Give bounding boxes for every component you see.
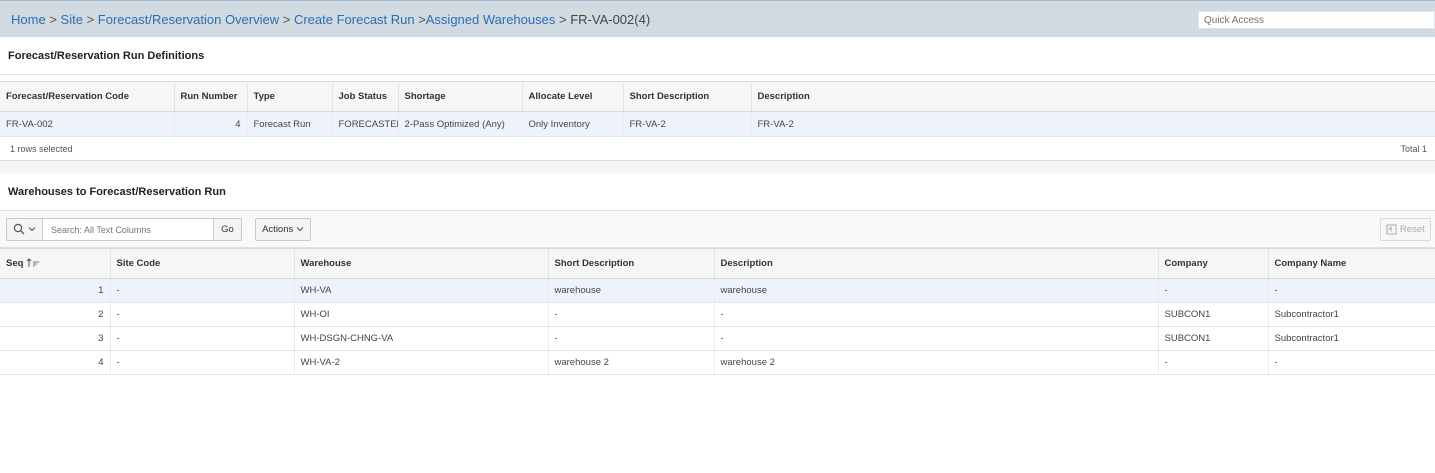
warehouses-region-title: Warehouses to Forecast/Reservation Run — [8, 186, 226, 198]
definitions-region-title: Forecast/Reservation Run Definitions — [8, 50, 205, 62]
breadcrumb-site[interactable]: Site — [61, 12, 83, 27]
rows-selected-text: 1 rows selected — [10, 144, 73, 154]
breadcrumb: Home > Site > Forecast/Reservation Overv… — [11, 12, 650, 27]
table-cell: 3 — [0, 326, 111, 351]
total-count-text: Total 1 — [1400, 144, 1427, 154]
table-row[interactable]: 4 - WH-VA-2 warehouse 2 warehouse 2 - - — [0, 350, 1435, 375]
column-header[interactable]: Company — [1158, 248, 1269, 279]
reset-icon — [1386, 224, 1397, 235]
quick-access-input[interactable] — [1198, 11, 1435, 29]
table-cell: WH-VA-2 — [294, 350, 549, 375]
table-cell: 1 — [0, 278, 111, 303]
table-cell: FORECASTED — [332, 111, 399, 137]
column-header[interactable]: Shortage — [398, 81, 523, 112]
definitions-header-row: Forecast/Reservation Code Run Number Typ… — [0, 81, 1435, 112]
table-cell: 4 — [0, 350, 111, 375]
column-header[interactable]: Short Description — [548, 248, 715, 279]
table-cell: Only Inventory — [522, 111, 624, 137]
breadcrumb-current-page: FR-VA-002(4) — [570, 12, 651, 27]
table-cell: - — [110, 350, 295, 375]
magnifier-icon — [13, 223, 25, 235]
table-row[interactable]: 1 - WH-VA warehouse warehouse - - — [0, 278, 1435, 303]
table-cell: WH-VA — [294, 278, 549, 303]
column-header-seq[interactable]: Seq — [0, 248, 111, 279]
column-header: Seq — [6, 258, 24, 269]
table-row[interactable]: 2 - WH-OI - - SUBCON1 Subcontractor1 — [0, 302, 1435, 327]
breadcrumb-create-forecast-run[interactable]: Create Forecast Run — [294, 12, 415, 27]
breadcrumb-separator: > — [558, 12, 567, 27]
actions-label: Actions — [262, 224, 294, 235]
search-input[interactable] — [42, 218, 214, 241]
chevron-down-icon — [28, 227, 36, 232]
table-cell: 2 — [0, 302, 111, 327]
breadcrumb-home[interactable]: Home — [11, 12, 46, 27]
column-header[interactable]: Allocate Level — [522, 81, 624, 112]
column-header[interactable]: Site Code — [110, 248, 295, 279]
column-header[interactable]: Type — [247, 81, 333, 112]
table-cell: 4 — [174, 111, 248, 137]
table-cell: - — [714, 326, 1159, 351]
definitions-table: Forecast/Reservation Code Run Number Typ… — [0, 81, 1435, 137]
table-cell: warehouse 2 — [548, 350, 715, 375]
table-cell: - — [1268, 278, 1435, 303]
column-header[interactable]: Warehouse — [294, 248, 549, 279]
breadcrumb-separator: > — [86, 12, 95, 27]
column-header[interactable]: Short Description — [623, 81, 752, 112]
table-cell: - — [1158, 350, 1269, 375]
column-header[interactable]: Run Number — [174, 81, 248, 112]
table-cell: 2-Pass Optimized (Any) — [398, 111, 523, 137]
table-cell: Subcontractor1 — [1268, 326, 1435, 351]
breadcrumb-separator: > — [418, 12, 426, 27]
go-button[interactable]: Go — [213, 218, 242, 241]
warehouses-header-row: Seq Site Code Warehouse Short Descriptio… — [0, 248, 1435, 279]
report-toolbar: Go Actions Reset — [0, 211, 1435, 248]
column-header[interactable]: Job Status — [332, 81, 399, 112]
top-bar: Home > Site > Forecast/Reservation Overv… — [0, 0, 1435, 37]
table-cell: - — [548, 302, 715, 327]
table-cell: FR-VA-2 — [623, 111, 752, 137]
table-cell: FR-VA-002 — [0, 111, 175, 137]
table-cell: - — [110, 326, 295, 351]
column-header[interactable]: Description — [714, 248, 1159, 279]
table-cell: Forecast Run — [247, 111, 333, 137]
table-cell: - — [1268, 350, 1435, 375]
definitions-footer: 1 rows selected Total 1 — [0, 137, 1435, 161]
table-cell: FR-VA-2 — [751, 111, 1435, 137]
table-cell: SUBCON1 — [1158, 302, 1269, 327]
column-header[interactable]: Forecast/Reservation Code — [0, 81, 175, 112]
column-header[interactable]: Description — [751, 81, 1435, 112]
table-cell: warehouse — [714, 278, 1159, 303]
table-cell: warehouse 2 — [714, 350, 1159, 375]
warehouses-table: Seq Site Code Warehouse Short Descriptio… — [0, 248, 1435, 375]
table-cell: - — [714, 302, 1159, 327]
table-cell: - — [110, 302, 295, 327]
reset-button[interactable]: Reset — [1380, 218, 1431, 241]
table-cell: Subcontractor1 — [1268, 302, 1435, 327]
breadcrumb-forecast-overview[interactable]: Forecast/Reservation Overview — [98, 12, 279, 27]
breadcrumb-separator: > — [282, 12, 291, 27]
sort-ascending-icon — [26, 258, 40, 268]
table-cell: - — [1158, 278, 1269, 303]
table-row[interactable]: FR-VA-002 4 Forecast Run FORECASTED 2-Pa… — [0, 111, 1435, 137]
breadcrumb-assigned-warehouses[interactable]: Assigned Warehouses — [426, 12, 556, 27]
table-cell: WH-DSGN-CHNG-VA — [294, 326, 549, 351]
region-divider — [0, 74, 1435, 75]
table-cell: warehouse — [548, 278, 715, 303]
table-cell: - — [110, 278, 295, 303]
breadcrumb-separator: > — [49, 12, 57, 27]
actions-menu-button[interactable]: Actions — [255, 218, 311, 241]
table-row[interactable]: 3 - WH-DSGN-CHNG-VA - - SUBCON1 Subcontr… — [0, 326, 1435, 351]
region-gap — [0, 161, 1435, 173]
table-cell: - — [548, 326, 715, 351]
column-header[interactable]: Company Name — [1268, 248, 1435, 279]
reset-label: Reset — [1399, 224, 1425, 235]
table-cell: WH-OI — [294, 302, 549, 327]
chevron-down-icon — [296, 227, 304, 232]
search-column-selector[interactable] — [6, 218, 43, 241]
table-cell: SUBCON1 — [1158, 326, 1269, 351]
